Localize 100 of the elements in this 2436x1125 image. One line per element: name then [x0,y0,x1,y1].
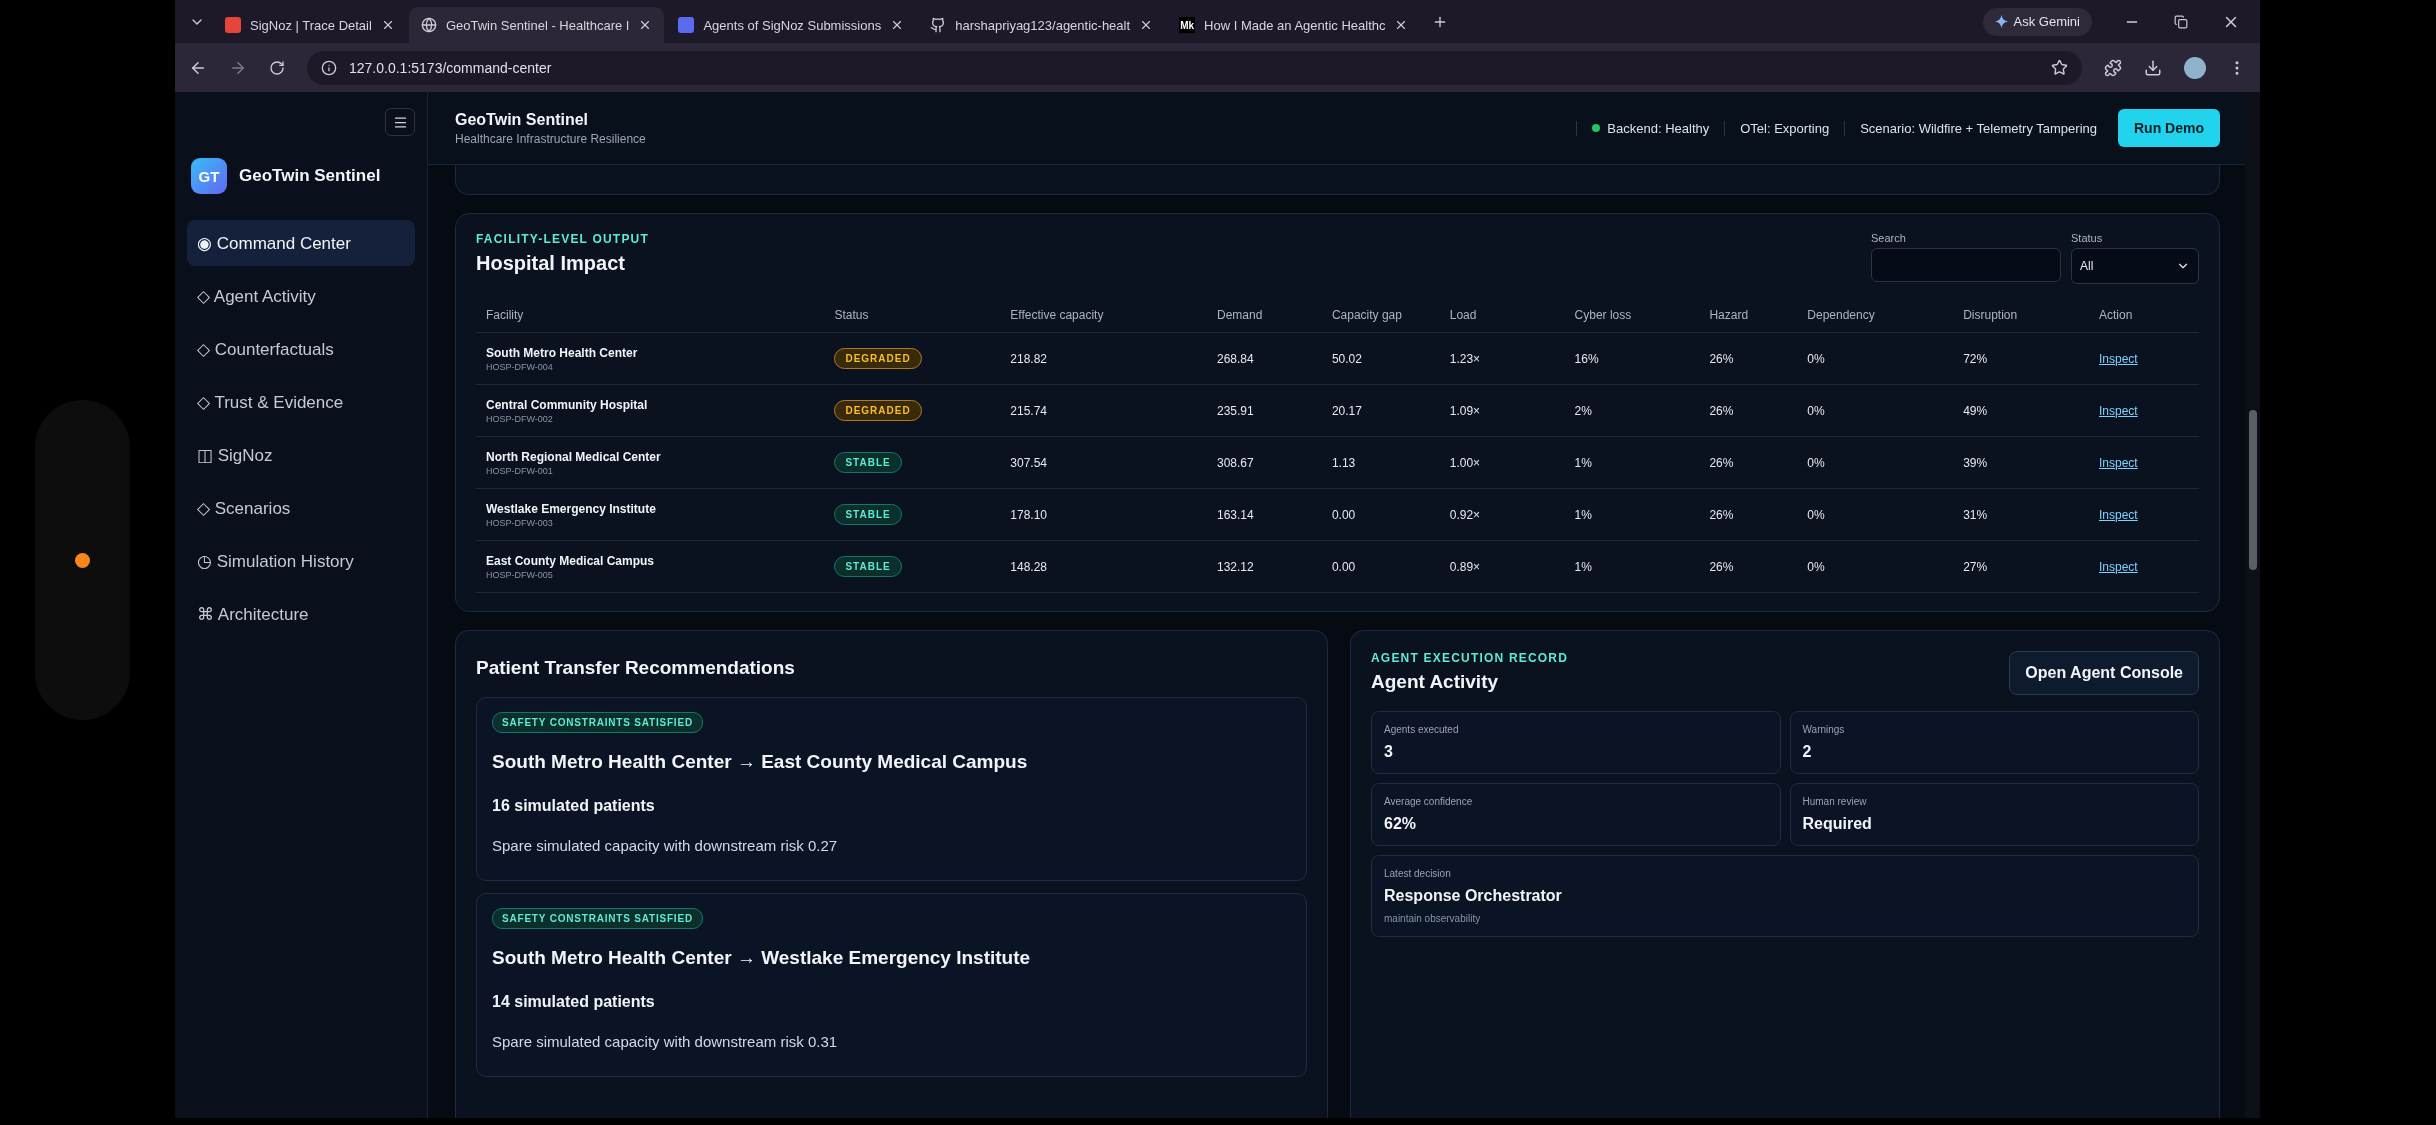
stat-value: 62% [1384,815,1418,833]
table-cell: 1.23× [1439,332,1565,385]
section-eyebrow: FACILITY-LEVEL OUTPUT [476,232,649,246]
status-badge: DEGRADED [834,400,922,421]
facility-id: HOSP-DFW-005 [486,569,554,580]
stat-label: Warnings [1802,724,1846,735]
stat-label: Latest decision [1384,868,1452,879]
column-header: Disruption [1953,298,2089,333]
table-cell: 132.12 [1207,540,1322,593]
table-cell: 0% [1797,488,1954,541]
transfer-route: South Metro Health Center → Westlake Emergency Institute [492,947,1031,969]
table-cell: 178.10 [1000,488,1207,541]
browser-tab[interactable]: GeoTwin Sentinel - Healthcare I [408,7,665,43]
star-icon[interactable] [2051,59,2068,76]
ask-gemini-button[interactable]: Ask Gemini [1982,7,2092,36]
table-cell: 16% [1564,332,1700,385]
table-cell: 0% [1797,436,1954,489]
facility-name: Central Community Hospital [486,397,649,412]
puzzle-icon[interactable] [2104,58,2122,77]
status-badge: DEGRADED [834,348,922,369]
column-header: Load [1439,298,1565,333]
sparkle-icon [1994,15,2008,28]
nav-item[interactable]: ◇ Counterfactuals [187,326,415,372]
search-field[interactable] [1871,248,2061,282]
facility-id: HOSP-DFW-001 [486,465,554,476]
table-cell: 26% [1699,384,1798,437]
column-header: Hazard [1699,298,1798,333]
table-cell: 27% [1953,540,2089,593]
run-demo-button[interactable]: Run Demo [2118,109,2220,147]
table-cell: 0% [1797,384,1954,437]
column-header: Facility [476,298,825,333]
status-badge: STABLE [834,504,902,525]
section-title: Hospital Impact [476,252,626,275]
column-header: Capacity gap [1321,298,1440,333]
table-cell: 0% [1797,332,1954,385]
app-subtitle: Healthcare Infrastructure Resilience [455,131,646,146]
browser-tab[interactable]: Mk How I Made an Agentic Healthc [1167,7,1421,43]
stat-label: Human review [1802,796,1868,807]
reload-icon[interactable] [269,59,285,76]
stat-label: Average confidence [1384,796,1474,807]
table-cell: 215.74 [1000,384,1207,437]
table-cell: 26% [1699,332,1798,385]
inspect-link[interactable]: Inspect [2099,351,2138,366]
info-icon [321,59,337,76]
nav-item[interactable]: ◉ Command Center [187,220,415,266]
table-cell: 1% [1564,540,1700,593]
table-cell: 20.17 [1321,384,1440,437]
inspect-link[interactable]: Inspect [2099,507,2138,522]
table-cell: 1.13 [1321,436,1440,489]
recording-dot-icon [75,552,90,568]
nav-item[interactable]: ◫ SigNoz [187,432,415,478]
table-cell: 1% [1564,436,1700,489]
table-cell: 72% [1953,332,2089,385]
status-select[interactable]: All [2071,248,2199,284]
column-header: Status [824,298,1001,333]
open-agent-console-button[interactable]: Open Agent Console [2009,651,2199,695]
facility-name: Westlake Emergency Institute [486,501,657,516]
status-badge: STABLE [834,452,902,473]
table-cell: 39% [1953,436,2089,489]
download-icon[interactable] [2144,58,2162,77]
table-cell: 235.91 [1207,384,1322,437]
column-header: Action [2089,298,2199,333]
inspect-link[interactable]: Inspect [2099,559,2138,574]
address-bar[interactable]: 127.0.0.1:5173/command-center [307,50,2082,85]
facility-id: HOSP-DFW-003 [486,517,554,528]
menu-button[interactable] [385,108,415,136]
globe-icon [420,17,437,33]
inspect-link[interactable]: Inspect [2099,455,2138,470]
nav-item[interactable]: ⌘ Architecture [187,591,415,637]
nav-item[interactable]: ◷ Simulation History [187,538,415,584]
inspect-link[interactable]: Inspect [2099,403,2138,418]
status-text: Backend: Healthy [1607,120,1710,136]
nav-item[interactable]: ◇ Agent Activity [187,273,415,319]
panel-title: Patient Transfer Recommendations [476,657,796,679]
table-cell: 0.00 [1321,488,1440,541]
section-title: Agent Activity [1371,671,1500,693]
column-header: Effective capacity [1000,298,1207,333]
table-cell: 148.28 [1000,540,1207,593]
browser-tab[interactable]: harshapriyag123/agentic-healt [918,7,1166,43]
browser-tab[interactable]: SigNoz | Trace Detail [213,7,407,43]
table-cell: 26% [1699,488,1798,541]
facility-name: South Metro Health Center [486,345,639,360]
transfer-note: Spare simulated capacity with downstream risk 0.27 [492,837,838,854]
nav-item[interactable]: ◇ Scenarios [187,485,415,531]
nav-item[interactable]: ◇ Trust & Evidence [187,379,415,425]
profile-avatar[interactable] [2184,56,2206,79]
table-cell: 308.67 [1207,436,1322,489]
column-header: Demand [1207,298,1322,333]
field-label: Search [1871,232,1907,244]
stat-value: Required [1802,815,1873,833]
stat-value: Response Orchestrator [1384,887,1563,905]
table-cell: 268.84 [1207,332,1322,385]
table-cell: 0.89× [1439,540,1565,593]
scrollbar[interactable] [2245,92,2260,1118]
table-cell: 31% [1953,488,2089,541]
tab-favicon-icon [678,17,695,33]
facility-name: North Regional Medical Center [486,449,662,464]
browser-tab[interactable]: Agents of SigNoz Submissions [666,7,917,43]
status-text: Scenario: Wildfire + Telemetry Tampering [1860,120,2097,136]
tab-favicon-icon [225,17,241,33]
